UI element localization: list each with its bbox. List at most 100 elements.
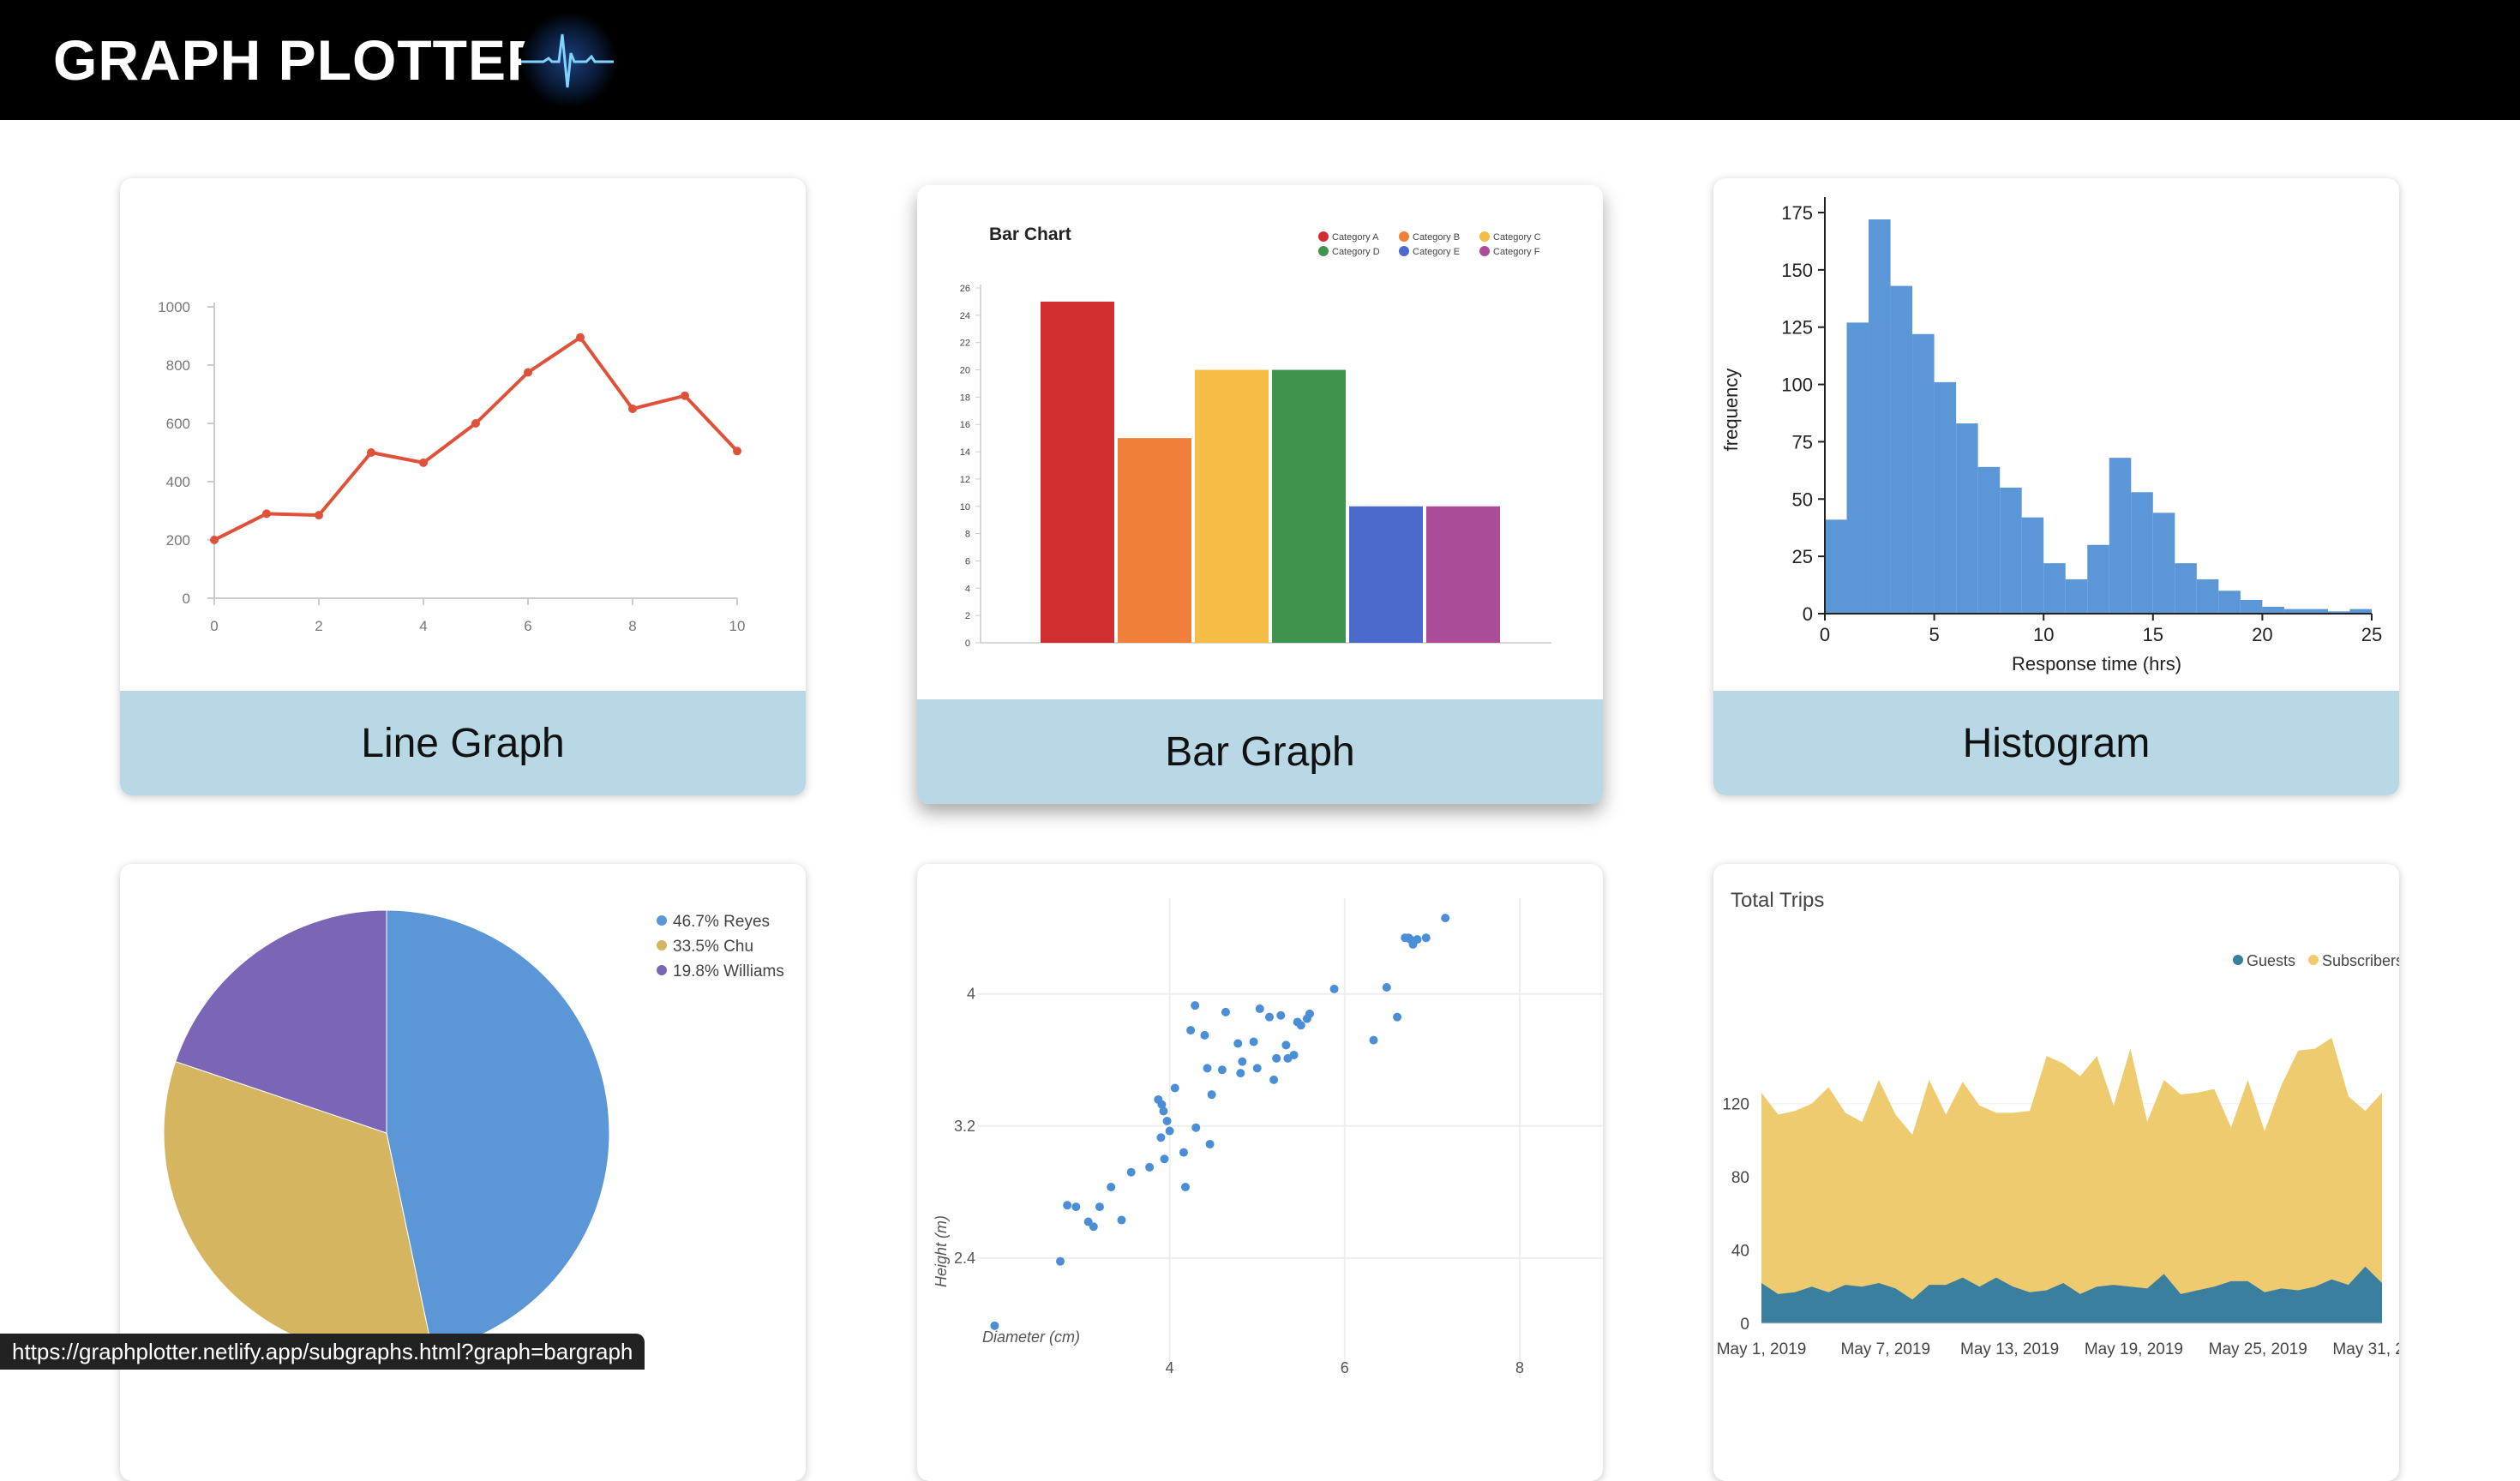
y-tick-label: 400 bbox=[166, 474, 190, 490]
y-tick-label: 0 bbox=[1803, 603, 1813, 625]
area-chart-card[interactable]: Total Trips 0 40 80 120 May 1, 2019 May 7, 201… bbox=[1713, 864, 2399, 1481]
heartbeat-icon bbox=[521, 12, 617, 108]
line-point bbox=[367, 448, 375, 457]
x-tick-label: 20 bbox=[2252, 624, 2272, 645]
y-tick-label: 40 bbox=[1731, 1243, 1749, 1261]
histogram-card[interactable]: 0 25 50 75 100 125 150 175 0 5 10 15 20 25 Response ti… bbox=[1713, 178, 2399, 795]
scatter-point bbox=[1200, 1030, 1209, 1040]
y-tick-label: 80 bbox=[1731, 1169, 1749, 1187]
x-tick-label: May 13, 2019 bbox=[1960, 1340, 2059, 1358]
line-chart: 0 200 400 600 800 1000 0 2 4 6 8 10 bbox=[158, 299, 745, 634]
y-tick-label: 100 bbox=[1781, 375, 1813, 396]
app-header: GRAPH PLOTTER bbox=[0, 0, 2520, 120]
y-tick-label: 120 bbox=[1722, 1096, 1749, 1114]
legend-label: Category F bbox=[1493, 247, 1540, 257]
scatter-point bbox=[1281, 1040, 1291, 1050]
histogram-bar bbox=[2087, 544, 2109, 614]
x-tick-label: 8 bbox=[1515, 1359, 1524, 1376]
scatter-point bbox=[1238, 1057, 1247, 1066]
app-title: GRAPH PLOTTER bbox=[53, 28, 549, 92]
histogram-bar bbox=[2175, 563, 2197, 614]
bar bbox=[1118, 438, 1191, 643]
line-graph-card[interactable]: 0 200 400 600 800 1000 0 2 4 6 8 10 Line Graph bbox=[120, 178, 806, 795]
scatter-point bbox=[1272, 1053, 1281, 1063]
x-tick-label: May 19, 2019 bbox=[2085, 1340, 2183, 1358]
scatter-point bbox=[1413, 935, 1422, 944]
x-tick-label: 25 bbox=[2361, 624, 2382, 645]
y-tick-label: 600 bbox=[166, 416, 190, 432]
y-tick-label: 12 bbox=[960, 475, 970, 485]
x-tick-label: 10 bbox=[2033, 624, 2054, 645]
y-tick-label: 175 bbox=[1781, 202, 1813, 224]
bar-chart-title: Bar Chart bbox=[989, 225, 1071, 244]
histogram-bar bbox=[2021, 517, 2044, 614]
bar-graph-card[interactable]: Bar Chart 0 2 4 6 8 10 12 14 16 18 20 22 24 26 Category… bbox=[917, 185, 1603, 804]
y-tick-label: 0 bbox=[965, 639, 970, 649]
legend-swatch bbox=[1479, 246, 1490, 256]
histogram-bar bbox=[1912, 333, 1935, 614]
x-tick-label: 2 bbox=[315, 618, 322, 634]
scatter-point bbox=[1329, 984, 1339, 993]
y-axis-label: Height (m) bbox=[933, 1215, 950, 1287]
legend-swatch bbox=[2233, 955, 2243, 965]
scatter-point bbox=[1095, 1202, 1104, 1212]
scatter-point bbox=[1421, 933, 1431, 943]
scatter-point bbox=[1393, 1012, 1402, 1022]
bar-graph-label: Bar Graph bbox=[917, 699, 1603, 804]
pie-slice bbox=[386, 909, 610, 1352]
histogram-bar bbox=[2152, 513, 2175, 614]
pie-chart: 46.7% Reyes 33.5% Chu 19.8% Williams bbox=[163, 909, 784, 1357]
bar-chart: Bar Chart02468101214161820222426Category… bbox=[960, 225, 1551, 649]
scatter-point bbox=[1305, 1009, 1314, 1018]
x-tick-label: 6 bbox=[524, 618, 531, 634]
scatter-point bbox=[1207, 1090, 1216, 1100]
scatter-point bbox=[1441, 914, 1450, 923]
histogram-bar bbox=[1956, 423, 1978, 614]
line-point bbox=[419, 458, 428, 467]
x-tick-label: 15 bbox=[2143, 624, 2163, 645]
histogram-bar bbox=[2000, 487, 2022, 614]
y-tick-label: 0 bbox=[1740, 1316, 1749, 1334]
legend-swatch bbox=[1399, 231, 1409, 242]
scatter-point bbox=[1170, 1083, 1179, 1093]
area-series-subscribers bbox=[1761, 1037, 2382, 1323]
scatter-point bbox=[1233, 1039, 1243, 1048]
histogram-bar bbox=[1846, 322, 1869, 614]
y-tick-label: 18 bbox=[960, 393, 970, 403]
legend-label: Category E bbox=[1413, 247, 1460, 257]
y-tick-label: 2.4 bbox=[954, 1250, 975, 1267]
link-status-bar: https://graphplotter.netlify.app/subgrap… bbox=[0, 1334, 645, 1370]
histogram-bar bbox=[2262, 606, 2284, 614]
histogram-bar bbox=[1869, 219, 1891, 614]
y-tick-label: 75 bbox=[1792, 431, 1813, 453]
y-axis-label: frequency bbox=[1720, 369, 1742, 452]
bar bbox=[1195, 369, 1269, 643]
bar bbox=[1426, 506, 1500, 643]
legend-label: 19.8% Williams bbox=[673, 962, 784, 980]
line-point bbox=[210, 536, 219, 544]
legend-swatch bbox=[1318, 246, 1329, 256]
histogram-bar bbox=[1977, 466, 2001, 614]
scatter-chart: 4 6 8 2.4 3.2 4 Diameter (cm) Height (m) bbox=[933, 898, 1603, 1378]
scatter-point bbox=[1221, 1007, 1230, 1016]
scatter-point bbox=[1276, 1010, 1286, 1020]
bar bbox=[1349, 506, 1423, 643]
histogram-bar bbox=[1825, 519, 1847, 614]
scatter-point bbox=[1126, 1167, 1136, 1177]
scatter-point bbox=[1071, 1202, 1081, 1212]
y-tick-label: 16 bbox=[960, 420, 970, 430]
scatter-point bbox=[1160, 1154, 1169, 1164]
y-tick-label: 125 bbox=[1781, 317, 1813, 339]
scatter-point bbox=[1265, 1012, 1275, 1022]
scatter-plot-card[interactable]: 4 6 8 2.4 3.2 4 Diameter (cm) Height (m) bbox=[917, 864, 1603, 1481]
scatter-point bbox=[1191, 1123, 1201, 1132]
x-axis-label: Response time (hrs) bbox=[2012, 653, 2181, 675]
x-tick-label: May 25, 2019 bbox=[2209, 1340, 2307, 1358]
y-tick-label: 22 bbox=[960, 339, 970, 349]
x-tick-label: 8 bbox=[628, 618, 636, 634]
scatter-point bbox=[1186, 1026, 1196, 1035]
pie-chart-card[interactable]: 46.7% Reyes 33.5% Chu 19.8% Williams bbox=[120, 864, 806, 1481]
y-tick-label: 24 bbox=[960, 311, 970, 321]
x-tick-label: May 7, 2019 bbox=[1841, 1340, 1931, 1358]
area-chart: Total Trips 0 40 80 120 May 1, 2019 May 7, 201… bbox=[1717, 889, 2399, 1358]
